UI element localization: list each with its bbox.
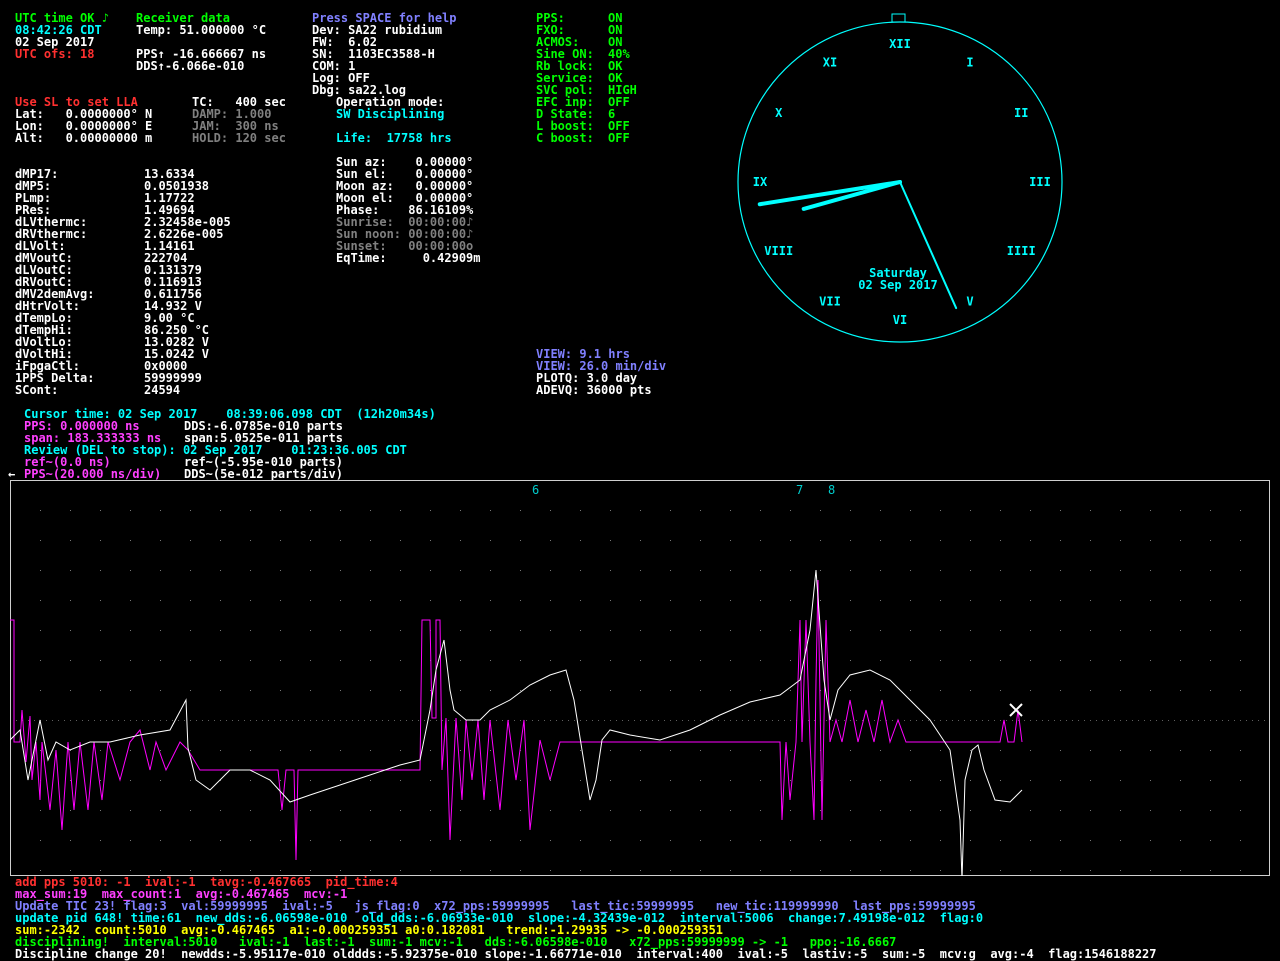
clock-numeral: IX — [753, 175, 768, 189]
altitude: Alt: 0.00000000 m — [15, 131, 153, 145]
clock-top-mark — [891, 13, 906, 23]
flag-label: C boost: — [536, 131, 594, 145]
clock-numeral: VI — [893, 313, 907, 327]
pps-scale: PPS~(20.000 ns/div) — [24, 467, 162, 481]
holdover: HOLD: 120 sec — [192, 131, 286, 145]
clock-numeral: VII — [819, 295, 841, 309]
equation-of-time: EqTime: 0.42909m — [336, 251, 481, 265]
clock-numeral: XII — [889, 37, 911, 51]
receiver-dds: DDS↑-6.066e-010 — [136, 59, 245, 73]
param-label: SCont: — [15, 383, 59, 397]
clock-numeral: III — [1029, 175, 1051, 189]
flag-value: OFF — [608, 131, 630, 145]
dds-scale: DDS~(5e-012 parts/div) — [184, 467, 343, 481]
plot-area[interactable]: 6 7 8 — [10, 480, 1270, 876]
event-marker: 7 — [796, 483, 803, 497]
operation-mode: SW Disciplining — [336, 107, 445, 121]
param-value: 24594 — [144, 383, 181, 397]
clock-numeral: I — [966, 55, 973, 69]
event-marker: 8 — [828, 483, 835, 497]
clock-numeral: VIII — [764, 244, 793, 258]
clock-numeral: II — [1014, 106, 1028, 120]
analog-clock: XIIIIIIIIIIIIVVIVIIVIIIIXXXI Saturday 02… — [737, 13, 1063, 343]
receiver-temp: Temp: 51.000000 °C — [136, 23, 267, 37]
clock-numeral: X — [775, 106, 783, 120]
utc-offset: UTC ofs: 18 — [15, 47, 95, 61]
clock-date: 02 Sep 2017 — [858, 278, 937, 292]
clock-numeral: V — [966, 295, 973, 309]
life-hours: Life: 17758 hrs — [336, 131, 452, 145]
event-marker: 6 — [532, 483, 539, 497]
adev-queue: ADEVQ: 36000 pts — [536, 383, 652, 397]
plot-border — [10, 480, 1270, 876]
clock-numeral: IIII — [1007, 244, 1036, 258]
scroll-left-arrow[interactable]: ← — [8, 468, 15, 480]
clock-numeral: XI — [823, 55, 837, 69]
debug-line: Discipline change 20! newdds:-5.95117e-0… — [15, 947, 1157, 961]
